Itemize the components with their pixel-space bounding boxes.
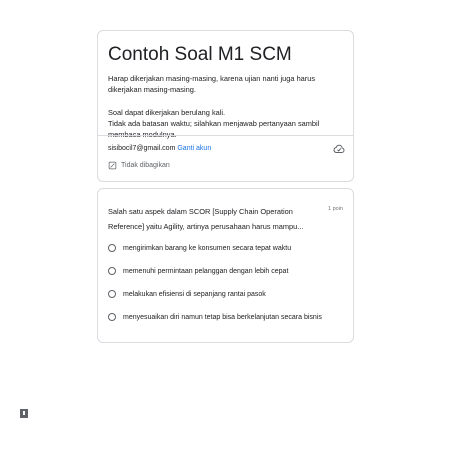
question-text: Salah satu aspek dalam SCOR [Supply Chai… xyxy=(108,207,304,231)
account-email: sisibocil7@gmail.com xyxy=(108,145,176,152)
question-points: 1 poin xyxy=(328,206,343,212)
answer-option[interactable]: mengirimkan barang ke konsumen secara te… xyxy=(108,244,291,252)
no-share-icon xyxy=(108,161,117,169)
radio-button[interactable] xyxy=(108,244,116,252)
form-description-1: Harap dikerjakan masing-masing, karena u… xyxy=(108,74,316,94)
option-label: mengirimkan barang ke konsumen secara te… xyxy=(123,244,292,252)
radio-button[interactable] xyxy=(108,267,116,275)
answer-option[interactable]: melakukan efisiensi di sepanjang rantai … xyxy=(108,290,266,298)
question-card: Salah satu aspek dalam SCOR [Supply Chai… xyxy=(97,188,354,343)
account-row: sisibocil7@gmail.com Ganti akun xyxy=(108,145,211,152)
answer-option[interactable]: menyesuaikan diri namun tetap bisa berke… xyxy=(108,313,322,321)
radio-button[interactable] xyxy=(108,313,116,321)
form-title: Contoh Soal M1 SCM xyxy=(108,44,292,65)
report-icon[interactable] xyxy=(20,409,28,418)
form-header-card: Contoh Soal M1 SCM Harap dikerjakan masi… xyxy=(97,30,354,182)
option-label: melakukan efisiensi di sepanjang rantai … xyxy=(123,290,266,298)
switch-account-link[interactable]: Ganti akun xyxy=(177,145,211,152)
header-divider xyxy=(98,135,353,136)
answer-option[interactable]: memenuhi permintaan pelanggan dengan leb… xyxy=(108,267,288,275)
option-label: memenuhi permintaan pelanggan dengan leb… xyxy=(123,267,289,275)
radio-button[interactable] xyxy=(108,290,116,298)
share-status-text: Tidak dibagikan xyxy=(121,161,170,169)
option-label: menyesuaikan diri namun tetap bisa berke… xyxy=(123,313,322,321)
share-status-row: Tidak dibagikan xyxy=(108,159,170,171)
cloud-check-icon[interactable] xyxy=(333,143,345,155)
